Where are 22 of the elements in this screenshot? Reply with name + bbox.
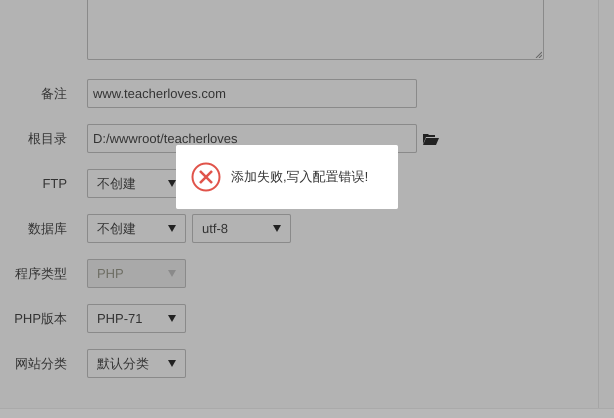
field-label: 根目录 [27,130,67,148]
caret-icon [168,315,176,322]
dropdown[interactable]: 默认分类 [87,349,186,378]
field-label: FTP [41,174,67,193]
resize-handle-icon [535,51,542,58]
caret-icon [168,270,176,277]
folder-icon[interactable] [423,132,439,144]
error-icon [191,162,221,192]
field-label: 网站分类 [14,354,67,373]
dropdown[interactable]: utf-8 [192,214,291,243]
caret-icon [273,225,281,232]
caret-icon [168,180,176,187]
field-label: 备注 [40,84,67,103]
caret-icon [168,225,176,232]
field-label: 程序类型 [14,264,67,283]
dropdown[interactable]: 不创建 [87,214,186,243]
toast-message: 添加失败,写入配置错误! [231,168,368,186]
input-field[interactable]: www.teacherloves.com [87,79,417,108]
field-label: 数据库 [27,220,67,238]
caret-icon [168,360,176,367]
dropdown[interactable]: PHP-71 [87,304,186,333]
field-label: PHP版本 [13,310,67,328]
